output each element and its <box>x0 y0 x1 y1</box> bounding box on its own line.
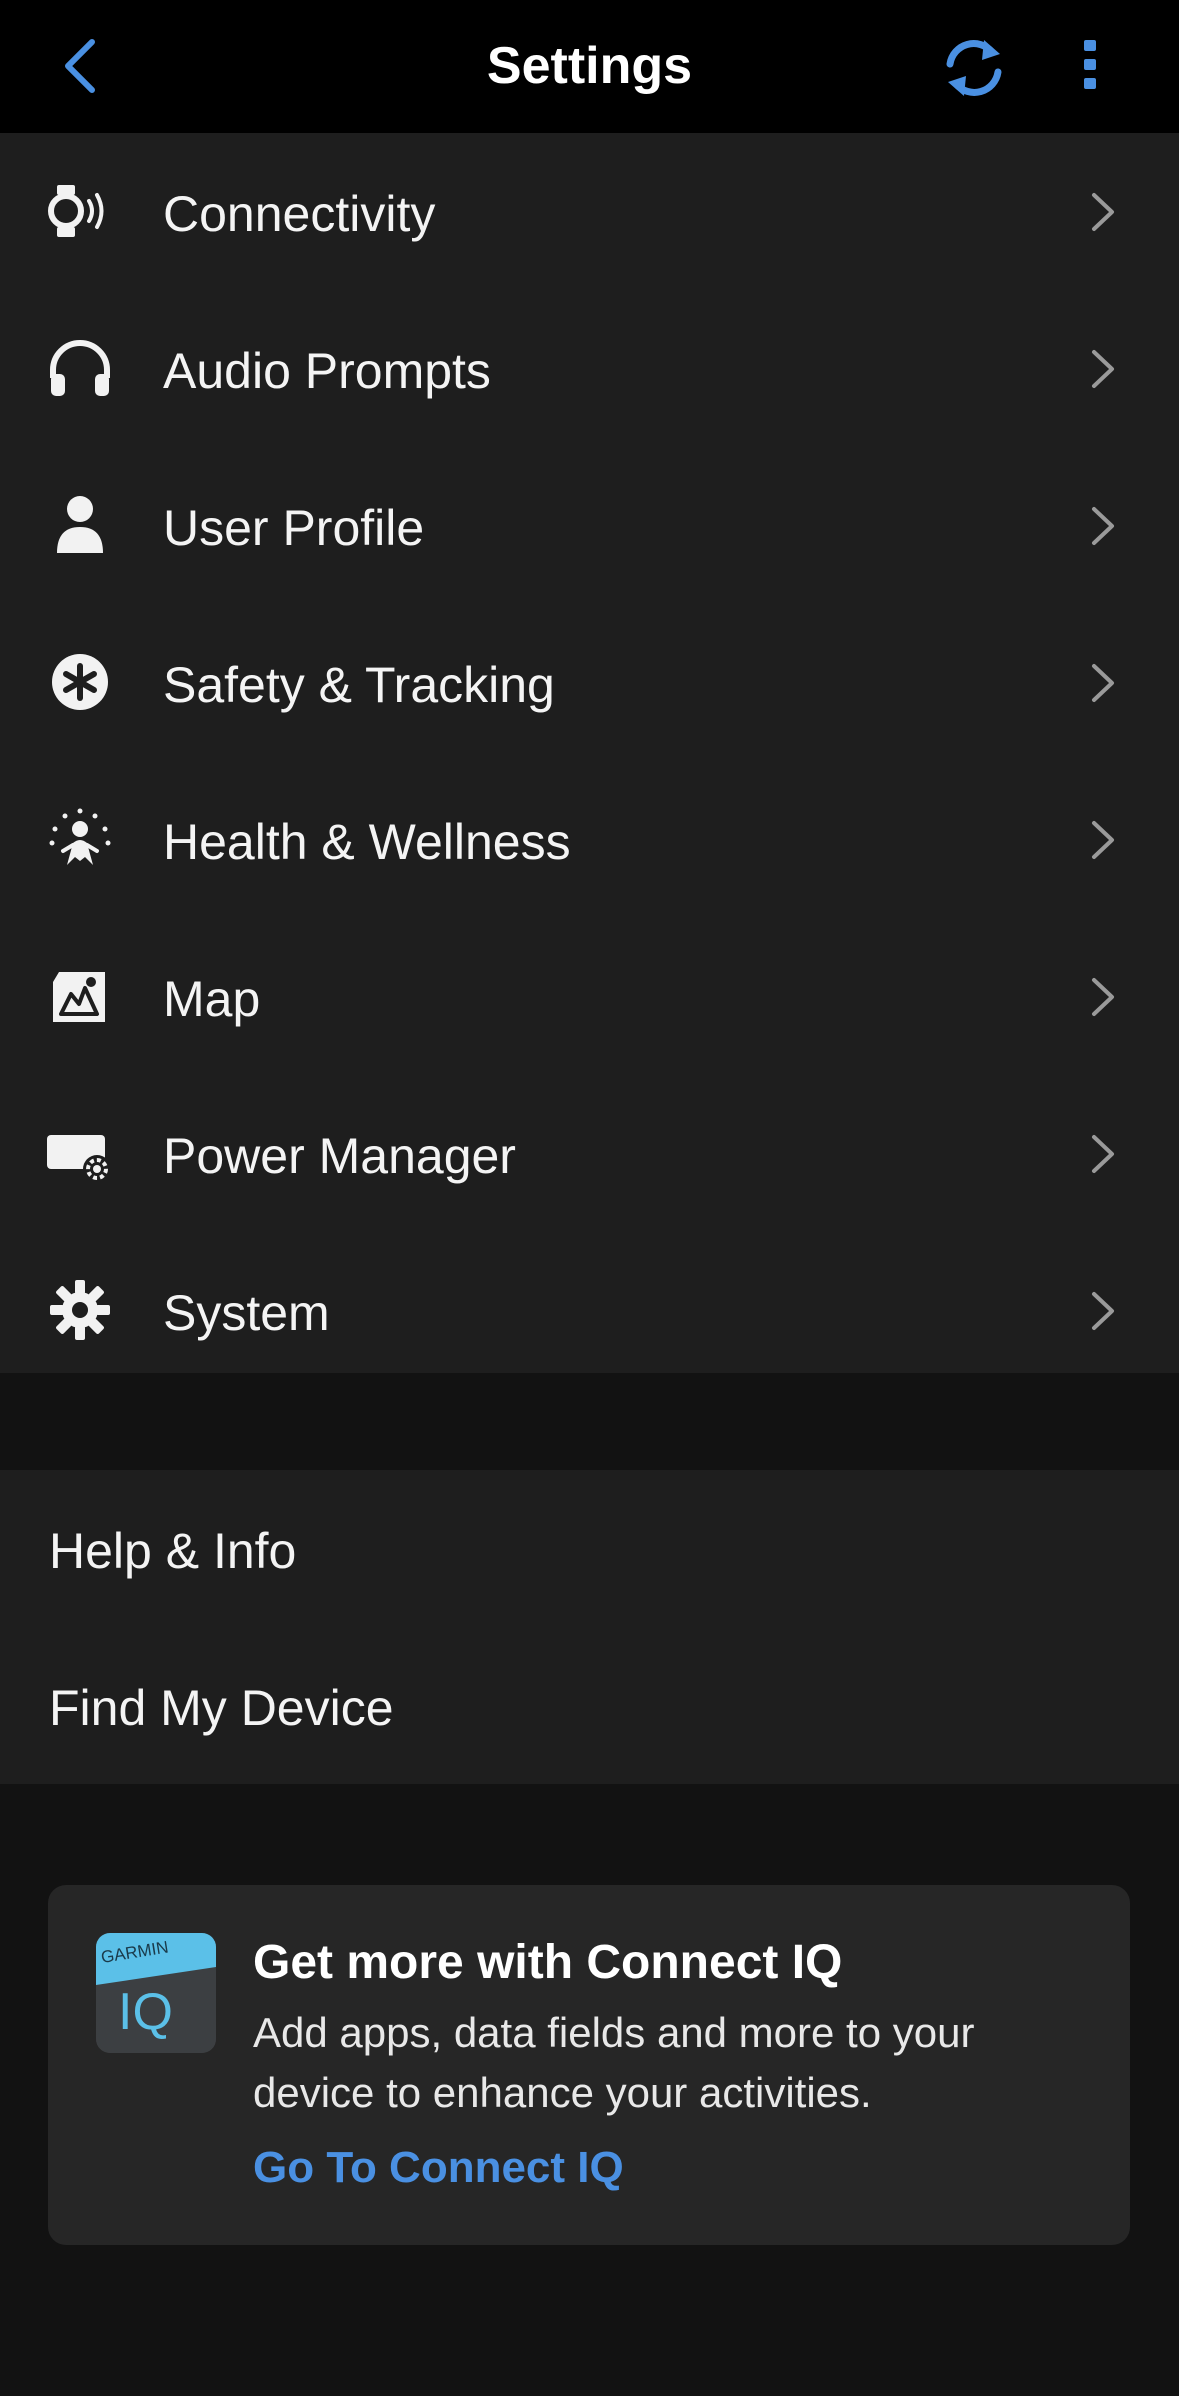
menu-item-audio-prompts[interactable]: Audio Prompts <box>0 290 1179 447</box>
chevron-right-icon <box>1092 1292 1114 1330</box>
chevron-right-icon <box>1092 1135 1114 1173</box>
more-vertical-icon <box>1084 40 1096 89</box>
menu-item-label: Find My Device <box>49 1680 394 1736</box>
watch-signal-icon <box>48 185 104 237</box>
menu-item-safety-tracking[interactable]: Safety & Tracking <box>0 604 1179 761</box>
go-to-connect-iq-link[interactable]: Go To Connect IQ <box>253 2143 624 2193</box>
menu-item-find-my-device[interactable]: Find My Device <box>0 1627 1179 1784</box>
chevron-right-icon <box>1092 350 1114 388</box>
logo-iq-text: IQ <box>118 1983 173 2041</box>
map-icon <box>53 972 105 1022</box>
menu-item-label: Audio Prompts <box>163 343 491 399</box>
chevron-right-icon <box>1092 507 1114 545</box>
connect-iq-title: Get more with Connect IQ <box>253 1936 843 1989</box>
gear-icon <box>50 1280 110 1340</box>
person-icon <box>57 496 103 553</box>
sync-icon <box>946 40 1002 96</box>
menu-item-label: Help & Info <box>49 1523 297 1579</box>
menu-item-label: Connectivity <box>163 186 436 242</box>
menu-item-map[interactable]: Map <box>0 918 1179 1075</box>
menu-item-label: Map <box>163 971 261 1027</box>
menu-item-power-manager[interactable]: Power Manager <box>0 1075 1179 1232</box>
chevron-right-icon <box>1092 193 1114 231</box>
sync-button[interactable] <box>934 30 1014 105</box>
secondary-menu: Help & Info Find My Device <box>0 1470 1179 1784</box>
wellness-person-icon <box>49 808 111 865</box>
menu-item-system[interactable]: System <box>0 1232 1179 1389</box>
headphones-icon <box>50 340 110 396</box>
menu-item-connectivity[interactable]: Connectivity <box>0 133 1179 290</box>
menu-item-health-wellness[interactable]: Health & Wellness <box>0 761 1179 918</box>
connect-iq-description: Add apps, data fields and more to your d… <box>253 2009 975 2116</box>
menu-item-label: System <box>163 1285 330 1341</box>
menu-item-user-profile[interactable]: User Profile <box>0 447 1179 604</box>
menu-item-label: User Profile <box>163 500 425 556</box>
more-options-button[interactable] <box>1070 30 1110 100</box>
chevron-right-icon <box>1092 664 1114 702</box>
menu-item-help-info[interactable]: Help & Info <box>0 1470 1179 1627</box>
chevron-right-icon <box>1092 821 1114 859</box>
menu-item-label: Safety & Tracking <box>163 657 555 713</box>
chevron-right-icon <box>1092 978 1114 1016</box>
menu-item-label: Health & Wellness <box>163 814 571 870</box>
top-bar: Settings <box>0 0 1179 133</box>
menu-item-label: Power Manager <box>163 1128 516 1184</box>
battery-gear-icon <box>47 1135 111 1183</box>
connect-iq-card: GARMIN IQ Get more with Connect IQ Add a… <box>48 1885 1130 2245</box>
settings-menu: Connectivity Audio Prompts User Profile <box>0 133 1179 1373</box>
safety-asterisk-icon <box>52 654 108 710</box>
connect-iq-logo: GARMIN IQ <box>96 1933 216 2053</box>
